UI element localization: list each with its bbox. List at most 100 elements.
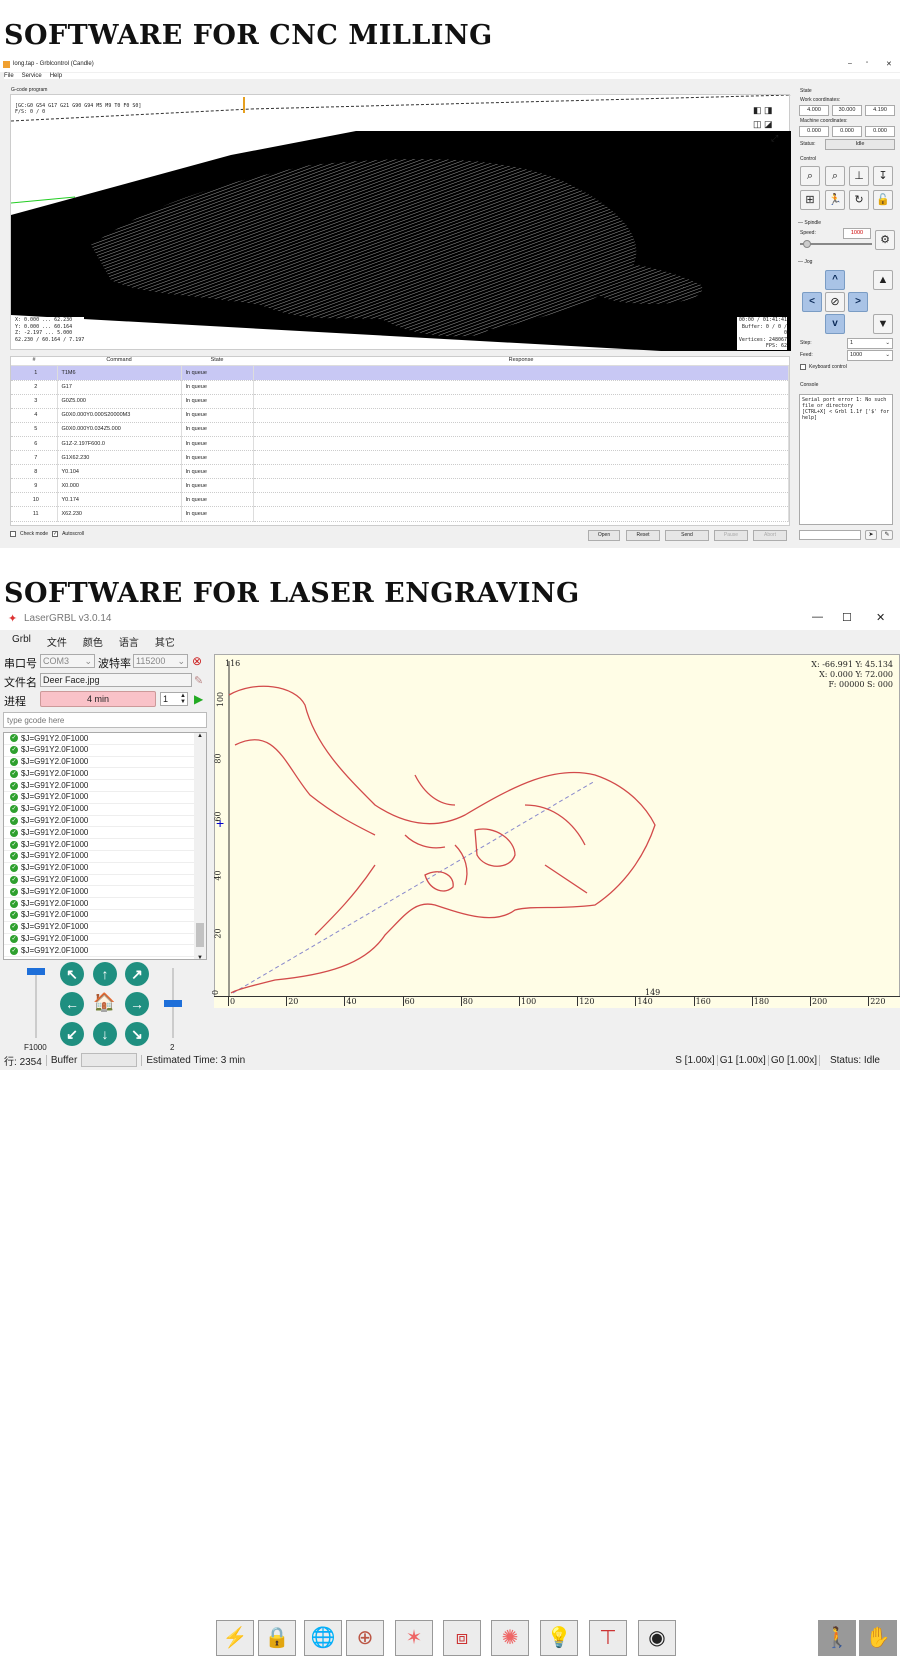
safe-position-button[interactable]: 🏃	[825, 190, 845, 210]
step-slider-handle[interactable]	[164, 1000, 182, 1007]
gcode-line[interactable]: ✓ $J=G91Y2.0F1000	[4, 863, 194, 875]
jog-e[interactable]: →	[125, 992, 149, 1016]
gcode-line[interactable]: ✓ $J=G91Y2.0F1000	[4, 745, 194, 757]
feed-slider-handle[interactable]	[27, 968, 45, 975]
autoscroll-checkbox[interactable]: ✓	[52, 531, 59, 537]
gcode-line[interactable]: ✓ $J=G91Y2.0F1000	[4, 827, 194, 840]
gcode-line[interactable]: ✓ $J=G91Y2.0F1000	[4, 768, 194, 781]
col-number[interactable]: #	[11, 357, 57, 365]
abort-button[interactable]: Abort	[753, 530, 787, 541]
reset-button[interactable]: Reset	[626, 530, 660, 541]
spindle-speed-input[interactable]: 1000	[843, 228, 871, 239]
log-scrollbar[interactable]: ▲ ▼	[194, 733, 206, 959]
jog-stop-button[interactable]: ⊘	[825, 292, 845, 312]
view-iso-button[interactable]: ◧	[753, 105, 762, 115]
jog-ne[interactable]: ↗	[125, 962, 149, 986]
keyboard-control-checkbox[interactable]	[800, 364, 806, 370]
menu-file[interactable]: 文件	[47, 634, 67, 649]
frame-star-button[interactable]: ✶	[395, 1620, 433, 1656]
gcode-line[interactable]: ✓ $J=G91Y2.0F1000	[4, 910, 194, 922]
gcode-line[interactable]: ✓ $J=G91Y2.0F1000	[4, 780, 194, 792]
3d-viewer[interactable]: [GC:G0 G54 G17 G21 G90 G94 M5 M9 T0 F0 S…	[10, 94, 791, 351]
gcode-table[interactable]: # Command State Response 1 T1M6 In queue 2 G…	[10, 356, 790, 526]
minimize-button[interactable]: —	[812, 611, 823, 623]
gcode-line[interactable]: ✓ $J=G91Y2.0F1000	[4, 934, 194, 946]
check-mode-checkbox[interactable]	[10, 531, 16, 537]
maximize-button[interactable]: ▫	[866, 60, 868, 66]
unlock-button[interactable]: 🔓	[873, 190, 893, 210]
zero-xy-button[interactable]: ⊥	[849, 166, 869, 186]
spindle-toggle-button[interactable]: ⚙	[875, 230, 895, 250]
target-button[interactable]: ⊕	[346, 1620, 384, 1656]
view-front-button[interactable]: ◫	[753, 119, 762, 129]
table-row[interactable]: 4 G0X0.000Y0.000S20000M3 In queue	[11, 408, 789, 423]
table-row[interactable]: 11 X62.230 In queue	[11, 506, 789, 522]
gcode-line[interactable]: ✓ $J=G91Y2.0F1000	[4, 875, 194, 887]
spindle-slider-handle[interactable]	[803, 240, 811, 248]
table-row[interactable]: 9 X0.000 In queue	[11, 478, 789, 494]
table-row[interactable]: 8 Y0.104 In queue	[11, 464, 789, 480]
frame-box-button[interactable]: ⧈	[443, 1620, 481, 1656]
gcode-line[interactable]: ✓ $J=G91Y2.0F1000	[4, 886, 194, 899]
table-row[interactable]: 1 T1M6 In queue	[11, 366, 789, 381]
s-override[interactable]: S [1.00x]	[673, 1055, 716, 1066]
table-row[interactable]: 6 G1Z-2.197F600.0 In queue	[11, 436, 789, 452]
pause-button[interactable]: Pause	[714, 530, 748, 541]
close-button[interactable]: ✕	[886, 60, 892, 68]
table-row[interactable]: 5 G0X0.000Y0.034Z5.000 In queue	[11, 422, 789, 437]
jog-s[interactable]: ↓	[93, 1022, 117, 1046]
feed-select[interactable]: 1000 ⌄	[847, 350, 893, 361]
menu-service[interactable]: Service	[22, 73, 42, 79]
minimize-button[interactable]: –	[848, 60, 852, 67]
gcode-line[interactable]: ✓ $J=G91Y2.0F1000	[4, 804, 194, 816]
open-button[interactable]: Open	[588, 530, 620, 541]
jog-nw[interactable]: ↖	[60, 962, 84, 986]
table-row[interactable]: 3 G0Z5.000 In queue	[11, 394, 789, 409]
send-button[interactable]: Send	[665, 530, 709, 541]
table-row[interactable]: 7 G1X62.230 In queue	[11, 450, 789, 466]
console-input[interactable]	[799, 530, 861, 540]
preview-canvas[interactable]: + 116 149 X: -66.991 Y: 45.134 X: 0.000 …	[211, 654, 900, 1008]
view-top-button[interactable]: ◨	[764, 105, 773, 115]
menu-file[interactable]: File	[4, 73, 14, 79]
gcode-line[interactable]: ✓ $J=G91Y2.0F1000	[4, 733, 194, 745]
jog-z-minus[interactable]: ▼	[873, 314, 893, 334]
jog-se[interactable]: ↘	[125, 1022, 149, 1046]
focus-button[interactable]: ⊤	[589, 1620, 627, 1656]
menu-grbl[interactable]: Grbl	[12, 634, 31, 649]
gcode-line[interactable]: ✓ $J=G91Y2.0F1000	[4, 922, 194, 934]
step-slider[interactable]	[164, 968, 182, 1038]
step-select[interactable]: 1 ⌄	[847, 338, 893, 349]
gcode-input[interactable]	[3, 712, 207, 728]
home-button[interactable]: 🏠	[93, 992, 115, 1013]
maximize-button[interactable]: ☐	[842, 611, 852, 624]
gcode-log[interactable]: ✓ $J=G91Y2.0F1000 ✓ $J=G91Y2.0F1000 ✓ $J=G91Y…	[3, 732, 207, 960]
connect-button[interactable]: ⊗	[192, 654, 202, 668]
jog-w[interactable]: ←	[60, 992, 84, 1016]
jog-x-minus[interactable]: <	[802, 292, 822, 312]
g1-override[interactable]: G1 [1.00x]	[716, 1054, 768, 1066]
menu-language[interactable]: 语言	[119, 634, 139, 649]
jog-y-minus[interactable]: v	[825, 314, 845, 334]
menu-help[interactable]: Help	[50, 73, 62, 79]
clear-console-button[interactable]: ✎	[881, 530, 893, 540]
jog-sw[interactable]: ↙	[60, 1022, 84, 1046]
scrollbar-thumb[interactable]	[196, 923, 204, 947]
menu-other[interactable]: 其它	[155, 634, 175, 649]
gcode-line[interactable]: ✓ $J=G91Y2.0F1000	[4, 839, 194, 851]
resume-button[interactable]: 🚶	[818, 1620, 856, 1656]
stop-button[interactable]: ✋	[859, 1620, 897, 1656]
gcode-line[interactable]: ✓ $J=G91Y2.0F1000	[4, 816, 194, 828]
gcode-line[interactable]: ✓ $J=G91Y2.0F1000	[4, 851, 194, 863]
restore-origin-button[interactable]: ⊞	[800, 190, 820, 210]
col-state[interactable]: State	[181, 357, 253, 365]
view-left-button[interactable]: ◪	[764, 119, 773, 129]
col-command[interactable]: Command	[57, 357, 181, 365]
fit-view-button[interactable]: ⤢	[771, 133, 778, 143]
run-button[interactable]: ▶	[194, 692, 203, 706]
zero-z-button[interactable]: ↧	[873, 166, 893, 186]
jog-z-plus[interactable]: ▲	[873, 270, 893, 290]
baud-select[interactable]: 115200 ⌄	[133, 654, 188, 668]
jog-n[interactable]: ↑	[93, 962, 117, 986]
globe-origin-button[interactable]: 🌐	[304, 1620, 342, 1656]
